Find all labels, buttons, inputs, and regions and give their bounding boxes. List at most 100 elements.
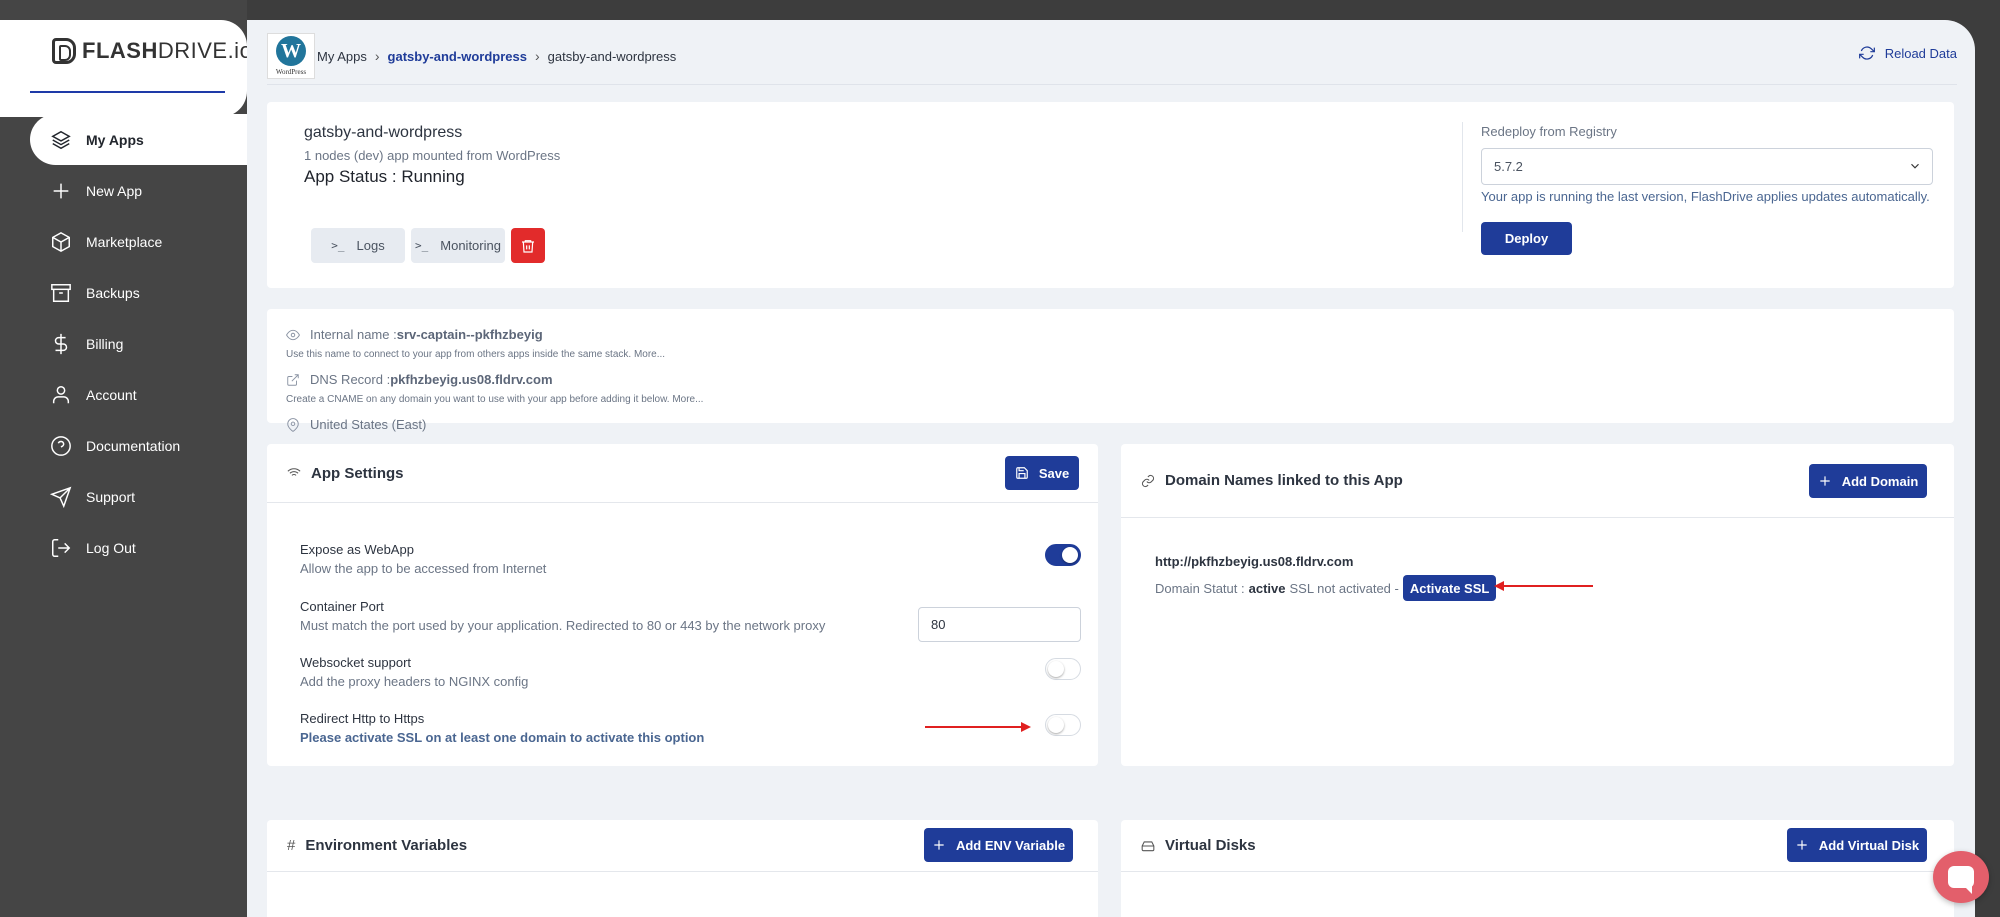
sidebar-nav: My Apps New App Marketplace Backups Bill… <box>0 114 247 573</box>
flashdrive-logo-icon <box>52 38 76 64</box>
sidebar-logo-area <box>0 20 247 117</box>
hash-icon: # <box>287 837 296 854</box>
sidebar-item-label: Account <box>86 386 137 403</box>
reload-data-button[interactable]: Reload Data <box>1858 45 1957 61</box>
breadcrumb-my-apps[interactable]: My Apps <box>317 49 367 64</box>
topbar: W WordPress My Apps › gatsby-and-wordpre… <box>267 28 1957 85</box>
setting-title: Container Port <box>300 599 384 614</box>
sidebar: FLASHDRIVE.io My Apps New App Marketplac… <box>0 0 252 917</box>
app-settings-card: App Settings Save Expose as WebApp Allow… <box>267 444 1098 766</box>
sidebar-item-documentation[interactable]: Documentation <box>0 420 247 471</box>
setting-title: Websocket support <box>300 655 412 670</box>
plus-icon <box>50 180 72 202</box>
monitoring-button[interactable]: >_ Monitoring <box>411 228 505 263</box>
sidebar-item-new-app[interactable]: New App <box>0 165 247 216</box>
setting-description: Must match the port used by your applica… <box>300 618 826 633</box>
deploy-button[interactable]: Deploy <box>1481 222 1572 255</box>
annotation-arrow <box>1494 581 1593 591</box>
dollar-icon <box>50 333 72 355</box>
save-button[interactable]: Save <box>1005 456 1079 490</box>
redeploy-label: Redeploy from Registry <box>1481 124 1617 139</box>
map-pin-icon <box>287 417 299 432</box>
chevron-right-icon: › <box>374 48 380 64</box>
sidebar-item-label: New App <box>86 182 143 199</box>
wordpress-icon: W <box>276 36 306 66</box>
user-icon <box>50 384 72 406</box>
external-link-icon <box>287 373 299 386</box>
chevron-right-icon: › <box>534 48 540 64</box>
breadcrumb-app-link[interactable]: gatsby-and-wordpress <box>388 49 527 64</box>
sidebar-item-my-apps[interactable]: My Apps <box>30 114 247 165</box>
region-row: United States (East) <box>286 417 426 432</box>
logo-underline <box>30 91 225 93</box>
dns-record-note: Create a CNAME on any domain you want to… <box>286 394 704 405</box>
save-icon <box>1015 467 1028 479</box>
activate-ssl-button[interactable]: Activate SSL <box>1402 575 1497 601</box>
app-info-card: Internal name : srv-captain--pkfhzbeyig U… <box>267 309 1954 432</box>
terminal-icon: >_ <box>331 239 345 252</box>
internal-name-row: Internal name : srv-captain--pkfhzbeyig <box>286 327 543 342</box>
archive-icon <box>50 282 72 304</box>
add-env-variable-button[interactable]: Add ENV Variable <box>924 828 1073 862</box>
setting-description: Please activate SSL on at least one doma… <box>300 730 705 745</box>
app-settings-header: App Settings <box>267 444 1098 503</box>
dns-record-value: pkfhzbeyig.us08.fldrv.com <box>390 372 553 387</box>
plus-icon <box>1797 840 1807 850</box>
eye-icon <box>286 329 300 340</box>
redeploy-note: Your app is running the last version, Fl… <box>1481 189 1930 204</box>
sidebar-item-billing[interactable]: Billing <box>0 318 247 369</box>
breadcrumb: My Apps › gatsby-and-wordpress › gatsby-… <box>317 48 676 64</box>
wifi-icon <box>287 468 301 479</box>
setting-title: Redirect Http to Https <box>300 711 425 726</box>
sidebar-item-support[interactable]: Support <box>0 471 247 522</box>
websocket-toggle[interactable] <box>1045 658 1081 680</box>
setting-title: Expose as WebApp <box>300 542 414 557</box>
domain-status-value: active <box>1248 580 1286 596</box>
logs-button[interactable]: >_ Logs <box>311 228 405 263</box>
hard-drive-icon <box>1141 840 1155 851</box>
container-port-input[interactable]: 80 <box>918 607 1081 642</box>
vertical-divider <box>1462 122 1463 232</box>
app-overview-card: gatsby-and-wordpress 1 nodes (dev) app m… <box>267 102 1954 288</box>
add-virtual-disk-button[interactable]: Add Virtual Disk <box>1787 828 1927 862</box>
internal-name-value: srv-captain--pkfhzbeyig <box>396 327 543 342</box>
expose-webapp-toggle[interactable] <box>1045 544 1081 566</box>
wordpress-wordmark: WordPress <box>275 68 307 76</box>
sidebar-item-log-out[interactable]: Log Out <box>0 522 247 573</box>
internal-name-note: Use this name to connect to your app fro… <box>286 349 666 360</box>
breadcrumb-current: gatsby-and-wordpress <box>547 48 677 64</box>
domain-url[interactable]: http://pkfhzbeyig.us08.fldrv.com <box>1155 554 1353 569</box>
delete-app-button[interactable] <box>511 228 545 263</box>
sidebar-item-label: Log Out <box>86 539 136 556</box>
annotation-arrow <box>925 722 1031 732</box>
terminal-icon: >_ <box>415 239 429 252</box>
sidebar-item-label: Backups <box>86 284 140 301</box>
domain-status: Domain Statut : active SSL not activated… <box>1155 575 1497 601</box>
app-status: App Status : Running <box>304 167 465 186</box>
sidebar-item-label: Support <box>86 488 136 505</box>
version-select[interactable]: 5.7.2 <box>1481 148 1933 185</box>
dns-record-row: DNS Record : pkfhzbeyig.us08.fldrv.com <box>286 372 553 387</box>
refresh-icon <box>1858 46 1875 60</box>
logout-icon <box>50 537 72 559</box>
sidebar-item-marketplace[interactable]: Marketplace <box>0 216 247 267</box>
plus-icon <box>1820 476 1830 486</box>
add-domain-button[interactable]: Add Domain <box>1809 464 1927 498</box>
sidebar-item-backups[interactable]: Backups <box>0 267 247 318</box>
sidebar-item-account[interactable]: Account <box>0 369 247 420</box>
link-icon <box>1141 474 1155 487</box>
chat-button[interactable] <box>1933 851 1989 903</box>
chevron-down-icon <box>1908 159 1922 176</box>
main-panel: W WordPress My Apps › gatsby-and-wordpre… <box>247 20 1975 917</box>
setting-description: Add the proxy headers to NGINX config <box>300 674 529 689</box>
send-icon <box>50 486 72 508</box>
domain-names-card: Domain Names linked to this App Add Doma… <box>1121 444 1954 766</box>
virtual-disks-card: Virtual Disks Add Virtual Disk <box>1121 820 1954 917</box>
flashdrive-logo[interactable]: FLASHDRIVE.io <box>52 38 252 64</box>
plus-icon <box>934 840 944 850</box>
chat-icon <box>1948 866 1974 894</box>
wordpress-logo: W WordPress <box>267 33 315 79</box>
setting-description: Allow the app to be accessed from Intern… <box>300 561 547 576</box>
environment-variables-card: # Environment Variables Add ENV Variable <box>267 820 1098 917</box>
redirect-https-toggle[interactable] <box>1045 714 1081 736</box>
